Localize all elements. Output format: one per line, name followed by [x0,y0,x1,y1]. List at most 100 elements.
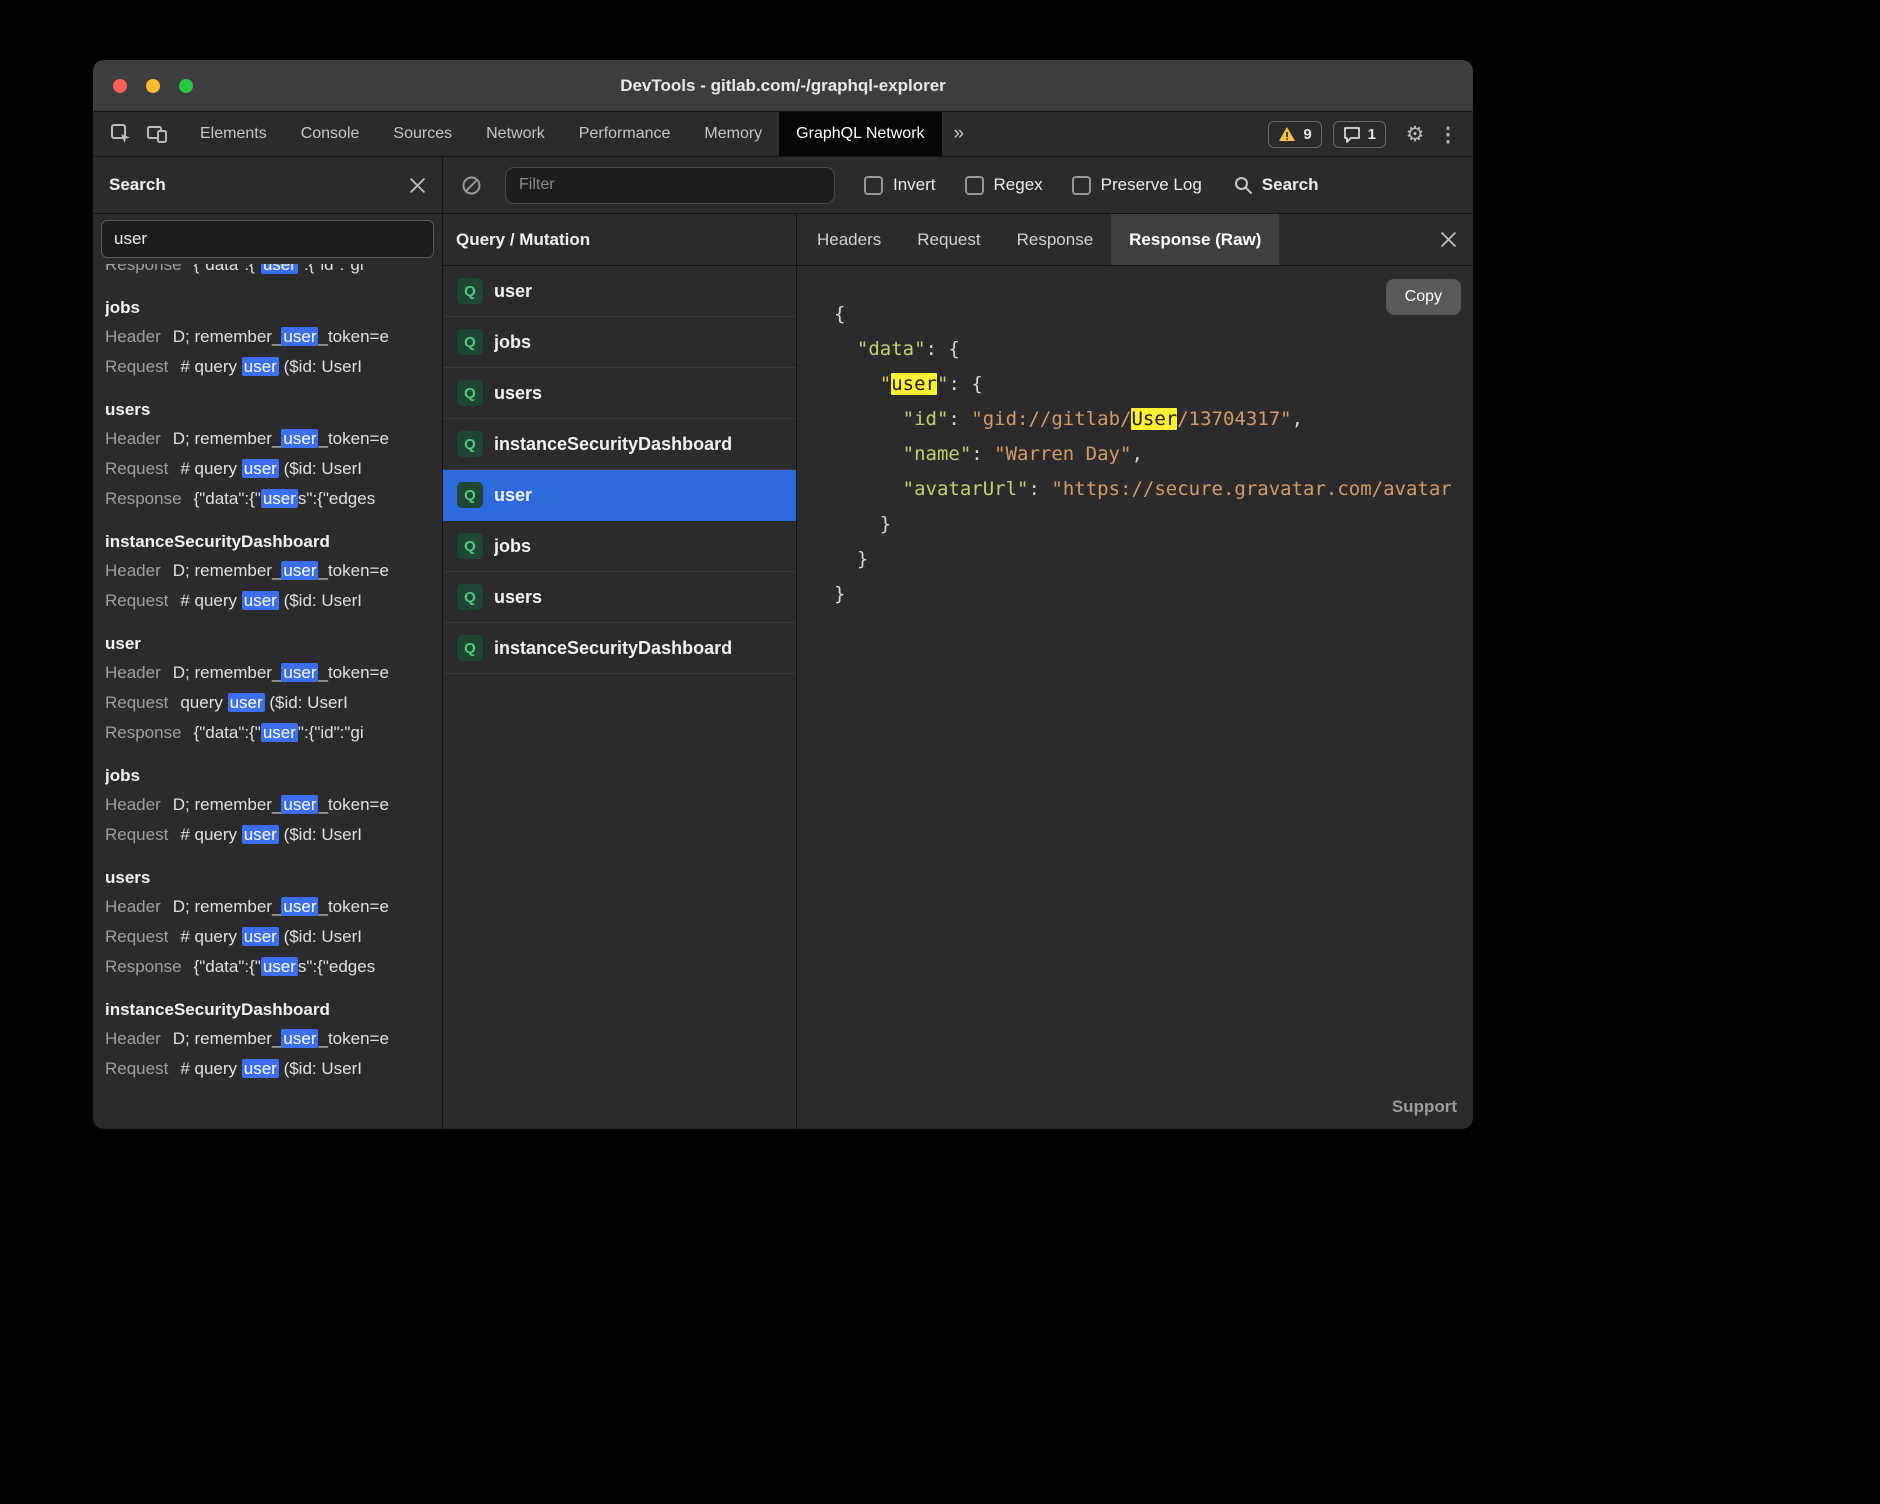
checkbox-regex[interactable]: Regex [965,175,1043,195]
messages-badge[interactable]: 1 [1333,121,1386,148]
tab-response-raw[interactable]: Response (Raw) [1111,214,1279,265]
search-button[interactable]: Search [1233,175,1319,195]
search-icon [1233,175,1253,195]
request-row[interactable]: Qusers [443,368,796,419]
result-text: # query [180,1059,241,1078]
tab-memory[interactable]: Memory [687,112,779,156]
result-line-label: Request [105,693,168,712]
tab-headers[interactable]: Headers [799,214,899,265]
filter-input[interactable] [505,167,835,204]
result-text: ($id: UserI [279,357,362,376]
tab-graphql-network[interactable]: GraphQL Network [779,112,941,156]
request-row-label: user [494,281,532,302]
json-token: : [971,443,994,465]
search-result-line[interactable]: Response{"data":{"user":{"id":"gi [105,718,430,748]
result-line-content: D; remember_user_token=e [173,327,389,346]
json-token: : [926,338,949,360]
json-line: } [834,542,1473,577]
json-token: } [834,513,891,535]
request-row[interactable]: Qjobs [443,521,796,572]
search-result-line[interactable]: HeaderD; remember_user_token=e [105,658,430,688]
detail-tabs: HeadersRequestResponseResponse (Raw) [797,214,1473,266]
tab-request[interactable]: Request [899,214,998,265]
clear-log-button[interactable] [453,175,489,196]
json-token: { [834,303,845,325]
json-line: } [834,577,1473,612]
query-badge: Q [457,278,483,304]
search-result-line[interactable]: Requestquery user ($id: UserI [105,688,430,718]
json-token: "https://secure.gravatar.com/avatar [1051,478,1451,500]
minimize-traffic-light[interactable] [146,79,160,93]
search-result-line[interactable]: HeaderD; remember_user_token=e [105,424,430,454]
message-count: 1 [1368,126,1376,143]
search-match-highlight: user [242,591,279,610]
inspect-element-button[interactable] [103,112,139,156]
result-text: # query [180,825,241,844]
result-text: D; remember_ [173,1029,282,1048]
search-result-line[interactable]: Request# query user ($id: UserI [105,454,430,484]
request-list-header: Query / Mutation [443,214,796,266]
search-match-highlight: user [281,1029,318,1048]
result-text: ($id: UserI [279,459,362,478]
tab-response[interactable]: Response [999,214,1112,265]
search-match-highlight: user [261,264,298,274]
zoom-traffic-light[interactable] [179,79,193,93]
close-icon [409,177,426,194]
device-toolbar-button[interactable] [139,112,175,156]
search-match-highlight: User [1131,408,1177,430]
tab-elements[interactable]: Elements [183,112,284,156]
search-result-line[interactable]: Request# query user ($id: UserI [105,586,430,616]
detail-tabs-list: HeadersRequestResponseResponse (Raw) [797,214,1279,265]
json-token: "name" [903,443,972,465]
device-toolbar-icon [146,123,168,145]
checkbox-preserve-log[interactable]: Preserve Log [1072,175,1202,195]
search-result-line[interactable]: HeaderD; remember_user_token=e [105,1024,430,1054]
request-row[interactable]: Quser [443,266,796,317]
result-text: # query [180,459,241,478]
search-result-line[interactable]: Request# query user ($id: UserI [105,820,430,850]
settings-button[interactable]: ⚙ [1397,112,1433,156]
warnings-badge[interactable]: 9 [1268,121,1321,148]
more-options-button[interactable]: ⋮ [1433,112,1463,156]
request-row[interactable]: Qjobs [443,317,796,368]
tab-sources[interactable]: Sources [376,112,469,156]
result-line-label: Response [105,957,182,976]
search-result-line[interactable]: Request# query user ($id: UserI [105,922,430,952]
search-result-line[interactable]: HeaderD; remember_user_token=e [105,790,430,820]
search-result-line[interactable]: HeaderD; remember_user_token=e [105,556,430,586]
request-row[interactable]: QinstanceSecurityDashboard [443,419,796,470]
search-query-input[interactable] [101,220,434,258]
search-result-line[interactable]: HeaderD; remember_user_token=e [105,892,430,922]
result-line-content: {"data":{"user":{"id":"gi [194,723,364,742]
tab-network[interactable]: Network [469,112,562,156]
search-result-line[interactable]: Request# query user ($id: UserI [105,352,430,382]
support-link[interactable]: Support [1392,1097,1457,1117]
more-tabs-button[interactable]: » [942,112,977,156]
request-row[interactable]: Quser [443,470,796,521]
search-result-line[interactable]: Request# query user ($id: UserI [105,1054,430,1084]
checkbox-invert[interactable]: Invert [864,175,936,195]
tab-console[interactable]: Console [284,112,377,156]
json-line: } [834,507,1473,542]
copy-button[interactable]: Copy [1386,279,1461,315]
search-result-line[interactable]: HeaderD; remember_user_token=e [105,322,430,352]
search-result-line[interactable]: Response{"data":{"users":{"edges [105,484,430,514]
result-line-label: Header [105,429,161,448]
search-result-line[interactable]: Response{"data":{"users":{"edges [105,952,430,982]
result-line-label: Response [105,264,182,274]
tab-performance[interactable]: Performance [562,112,688,156]
result-text: D; remember_ [173,663,282,682]
detail-close-button[interactable] [1440,231,1457,248]
result-text: _token=e [318,429,388,448]
search-panel-close-button[interactable] [409,177,426,194]
search-result-line[interactable]: Response{"data":{"user":{"id":"gi [105,264,430,280]
checkbox-label: Invert [893,175,936,195]
request-row[interactable]: QinstanceSecurityDashboard [443,623,796,674]
json-token: { [971,373,982,395]
request-row[interactable]: Qusers [443,572,796,623]
search-panel-title: Search [109,175,166,195]
close-traffic-light[interactable] [113,79,127,93]
result-line-label: Header [105,795,161,814]
result-text: s":{"edges [298,489,375,508]
result-line-label: Request [105,1059,168,1078]
